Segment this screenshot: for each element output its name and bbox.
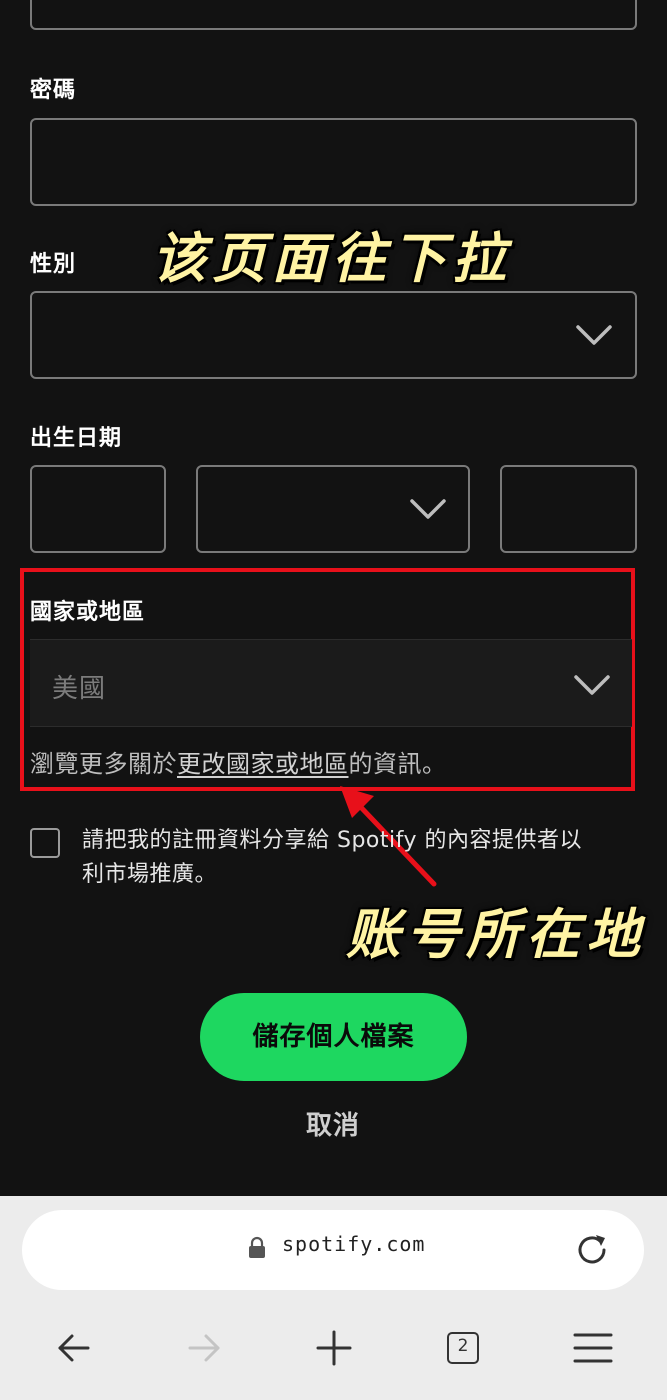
username-field[interactable]	[30, 0, 637, 30]
tab-count: 2	[457, 1336, 469, 1356]
marketing-checkbox[interactable]	[30, 828, 60, 858]
lock-icon	[248, 1236, 266, 1260]
dob-month-select[interactable]	[196, 465, 470, 553]
dob-label: 出生日期	[30, 426, 123, 451]
reload-icon[interactable]	[574, 1232, 610, 1268]
save-profile-button[interactable]: 儲存個人檔案	[200, 993, 467, 1081]
country-select[interactable]: 美國	[30, 639, 632, 727]
change-country-link[interactable]: 更改國家或地區	[177, 750, 349, 778]
cancel-button[interactable]: 取消	[283, 1104, 383, 1148]
menu-icon[interactable]	[571, 1326, 615, 1370]
dob-year-field[interactable]	[500, 465, 637, 553]
back-arrow-icon[interactable]	[52, 1326, 96, 1370]
browser-bar: spotify.com 2	[0, 1196, 667, 1400]
country-value: 美國	[52, 674, 107, 704]
address-bar[interactable]: spotify.com	[22, 1210, 644, 1290]
password-label: 密碼	[30, 78, 77, 103]
password-field[interactable]	[30, 118, 637, 206]
page: 密碼 性別 该页面往下拉 出生日期 國家或地區 美國 瀏覽更多關於更改國家或地區…	[0, 0, 667, 1400]
chevron-down-icon	[574, 323, 614, 347]
profile-form: 密碼 性別 该页面往下拉 出生日期 國家或地區 美國 瀏覽更多關於更改國家或地區…	[0, 0, 667, 1196]
gender-label: 性別	[30, 252, 77, 277]
info-suffix: 的資訊。	[348, 750, 447, 778]
url-text: spotify.com	[282, 1232, 426, 1256]
account-region-annotation: 账号所在地	[346, 903, 646, 966]
forward-arrow-icon	[182, 1326, 226, 1370]
country-label: 國家或地區	[30, 600, 146, 625]
tabs-icon[interactable]: 2	[441, 1326, 485, 1370]
gender-select[interactable]	[30, 291, 637, 379]
chevron-down-icon	[572, 673, 612, 697]
dob-day-field[interactable]	[30, 465, 166, 553]
new-tab-plus-icon[interactable]	[312, 1326, 356, 1370]
chevron-down-icon	[408, 497, 448, 521]
country-info-text: 瀏覽更多關於更改國家或地區的資訊。	[30, 744, 447, 779]
scroll-hint-annotation: 该页面往下拉	[152, 227, 512, 290]
info-prefix: 瀏覽更多關於	[30, 750, 177, 778]
marketing-checkbox-label: 請把我的註冊資料分享給 Spotify 的內容提供者以利市場推廣。	[82, 828, 582, 887]
